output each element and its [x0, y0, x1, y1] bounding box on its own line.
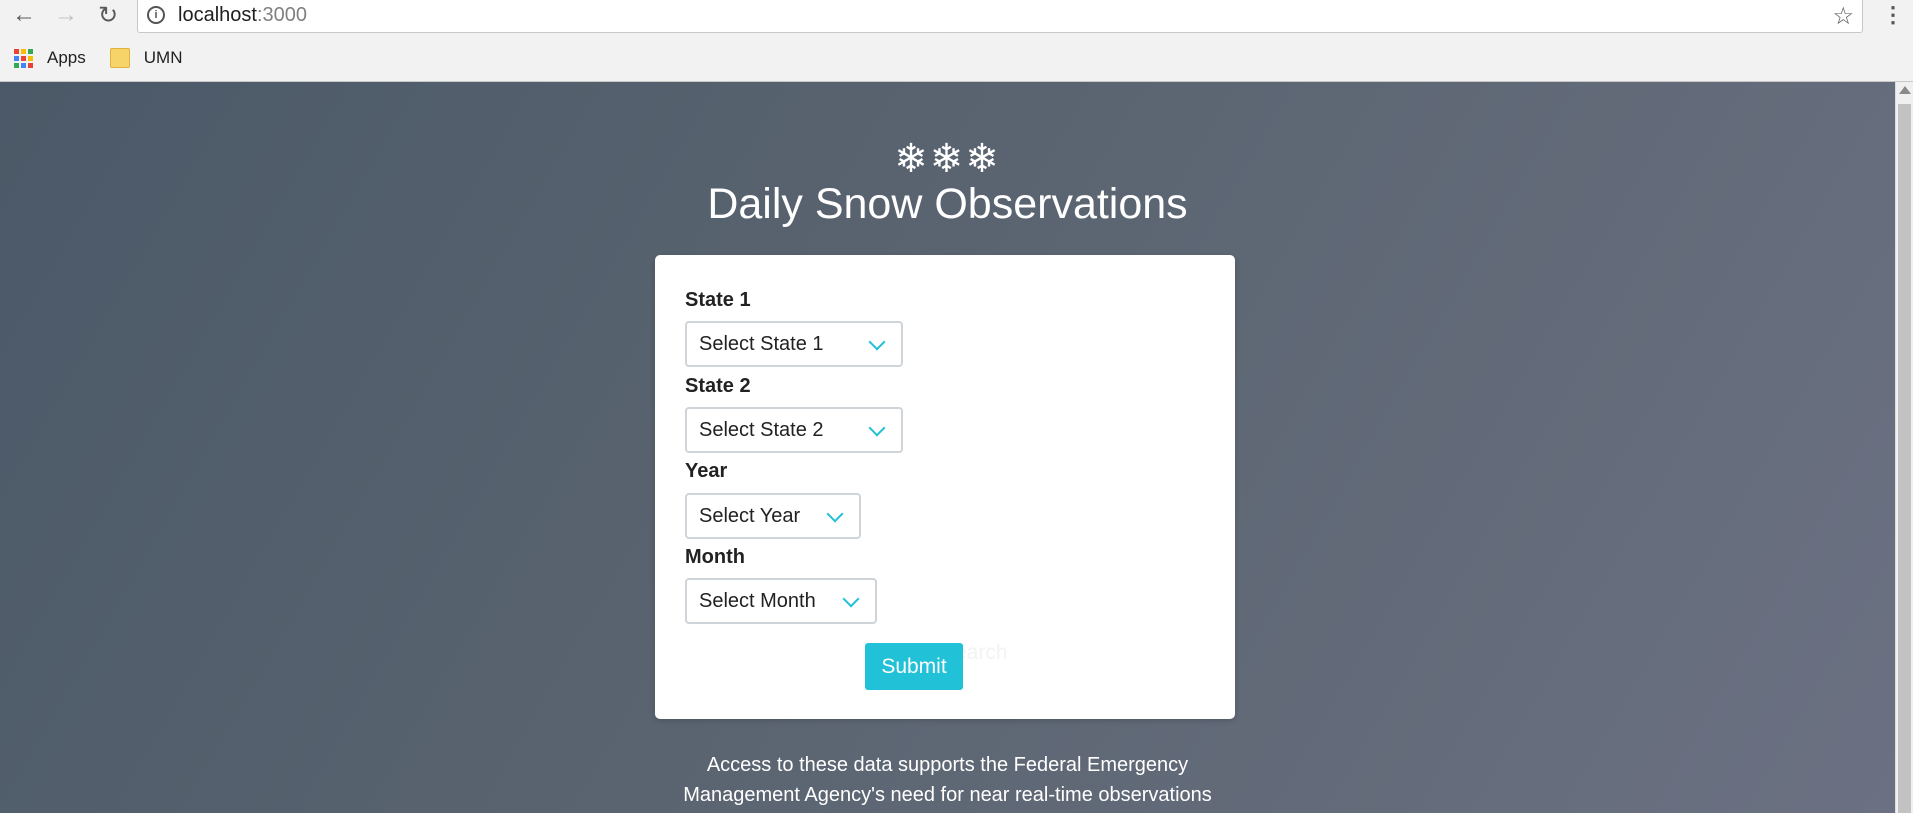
url-host: localhost: [178, 4, 257, 26]
footer-line: Access to these data supports the Federa…: [706, 754, 1189, 776]
year-select-value: Select Year: [699, 505, 801, 527]
page-title: Daily Snow Observations: [707, 180, 1188, 228]
bookmark-star-icon[interactable]: ☆: [1832, 2, 1854, 31]
bookmark-umn[interactable]: UMN: [109, 48, 183, 68]
scroll-up-arrow-icon[interactable]: [1899, 86, 1911, 94]
info-icon[interactable]: i: [147, 6, 165, 24]
year-select[interactable]: Select Year: [685, 493, 861, 539]
year-label: Year: [685, 460, 728, 482]
bookmark-label: UMN: [143, 48, 183, 67]
arrow-right-icon: →: [54, 1, 78, 28]
vertical-scrollbar[interactable]: [1895, 82, 1913, 813]
month-label: Month: [685, 546, 745, 568]
url-text[interactable]: localhost:3000: [178, 4, 307, 27]
back-button[interactable]: ←: [6, 0, 42, 30]
folder-icon: [109, 48, 130, 68]
state1-label: State 1: [685, 289, 751, 311]
submit-button[interactable]: Submit: [865, 643, 963, 690]
state1-select[interactable]: Select State 1: [685, 321, 903, 367]
reload-button[interactable]: ↻: [90, 0, 126, 30]
page-content: ❄❄❄ Daily Snow Observations State 1 Sele…: [0, 82, 1895, 813]
scrollbar-thumb[interactable]: [1898, 104, 1911, 813]
state2-label: State 2: [685, 375, 751, 397]
apps-grid-icon: [14, 48, 33, 68]
state1-select-value: Select State 1: [699, 333, 824, 355]
footer-line: Management Agency's need for near real-t…: [683, 784, 1212, 806]
chevron-down-icon: [826, 505, 844, 523]
chevron-down-icon: [842, 590, 860, 608]
browser-chrome: ← → ↻ i localhost:3000 ☆ ⋮ Apps UMN: [0, 0, 1913, 82]
bookmark-label: Apps: [47, 48, 86, 67]
chevron-down-icon: [868, 419, 886, 437]
arrow-left-icon: ←: [12, 1, 36, 28]
chevron-down-icon: [868, 333, 886, 351]
month-select[interactable]: Select Month: [685, 578, 877, 624]
search-form-card: State 1 Select State 1 State 2 Select St…: [655, 255, 1235, 719]
footer-description: Access to these data supports the Federa…: [0, 750, 1895, 810]
snowflake-icon: ❄❄❄: [894, 137, 1001, 181]
browser-menu-icon[interactable]: ⋮: [1882, 2, 1904, 28]
state2-select[interactable]: Select State 2: [685, 407, 903, 453]
bookmarks-bar: Apps UMN: [0, 41, 196, 75]
address-bar[interactable]: i localhost:3000 ☆: [137, 0, 1863, 33]
bookmark-apps[interactable]: Apps: [14, 48, 86, 68]
forward-button[interactable]: →: [48, 0, 84, 30]
url-port: :3000: [256, 4, 307, 26]
reload-icon: ↻: [97, 1, 119, 29]
state2-select-value: Select State 2: [699, 419, 824, 441]
month-select-value: Select Month: [699, 590, 816, 612]
